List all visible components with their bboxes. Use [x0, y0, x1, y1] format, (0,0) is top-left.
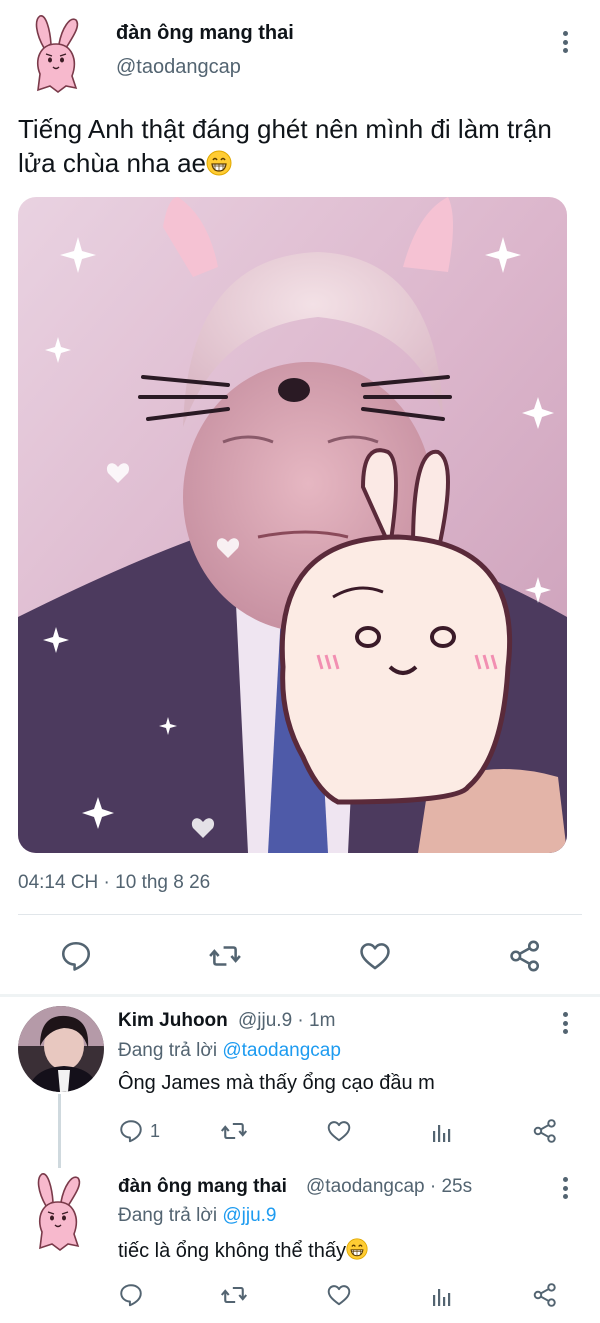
divider [18, 914, 582, 915]
analytics-icon[interactable] [430, 1282, 454, 1312]
grinning-face-icon [346, 1238, 368, 1260]
reply-text: tiếc là ổng không thể thấy [118, 1238, 368, 1263]
avatar[interactable] [26, 14, 88, 94]
share-icon[interactable] [532, 1280, 558, 1310]
reply-count: 1 [150, 1120, 161, 1141]
handle[interactable]: @taodangcap [116, 56, 241, 79]
grinning-face-icon [206, 150, 232, 176]
more-options-icon[interactable] [555, 1174, 575, 1202]
mention-link[interactable]: @taodangcap [222, 1040, 341, 1061]
retweet-icon[interactable] [220, 1116, 248, 1146]
like-icon[interactable] [355, 936, 395, 976]
more-options-icon[interactable] [555, 1009, 575, 1037]
analytics-icon[interactable] [430, 1118, 454, 1148]
reply-icon[interactable] [56, 936, 96, 976]
handle-time[interactable]: @taodangcap · 25s [306, 1176, 472, 1198]
replying-to: Đang trả lời @jju.9 [118, 1205, 277, 1226]
tweet-timestamp[interactable]: 04:14 CH · 10 thg 8 26 [18, 872, 210, 894]
replying-to: Đang trả lời @taodangcap [118, 1040, 341, 1061]
display-name[interactable]: đàn ông mang thai [118, 1176, 287, 1198]
retweet-icon[interactable] [205, 936, 245, 976]
section-divider [0, 994, 600, 997]
tweet-text: Tiếng Anh thật đáng ghét nên mình đi làm… [18, 114, 552, 178]
share-icon[interactable] [505, 936, 545, 976]
avatar[interactable] [28, 1172, 90, 1252]
more-options-icon[interactable] [555, 28, 575, 56]
reply-icon[interactable] [118, 1118, 144, 1144]
like-icon[interactable] [326, 1280, 352, 1310]
share-icon[interactable] [532, 1116, 558, 1146]
like-icon[interactable] [326, 1116, 352, 1146]
reply-text: Ông James mà thấy ổng cạo đầu m [118, 1072, 435, 1094]
display-name[interactable]: Kim Juhoon [118, 1010, 228, 1032]
retweet-icon[interactable] [220, 1280, 248, 1310]
reply-button[interactable]: 1 [118, 1116, 160, 1146]
avatar[interactable] [18, 1006, 104, 1092]
thread-connector [58, 1094, 61, 1168]
mention-link[interactable]: @jju.9 [222, 1205, 276, 1226]
display-name[interactable]: đàn ông mang thai [116, 22, 294, 45]
reply-icon[interactable] [118, 1280, 144, 1310]
handle-time[interactable]: @jju.9 · 1m [238, 1010, 335, 1032]
tweet-media-image[interactable] [18, 197, 567, 853]
